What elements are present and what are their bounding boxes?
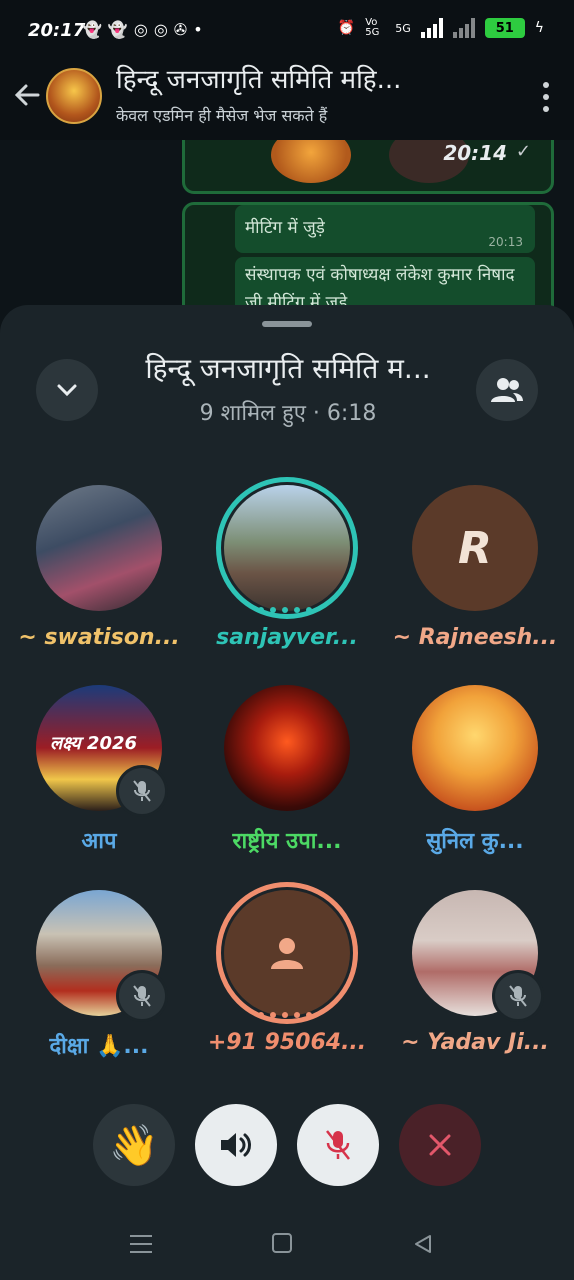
participant-tile[interactable]: +91 95064... bbox=[194, 882, 380, 1080]
notification-icons: 👻 👻 ◎ ◎ ✇ • bbox=[82, 20, 203, 39]
message-time: 20:14 bbox=[443, 141, 507, 165]
mic-off-icon bbox=[326, 1130, 350, 1160]
system-navbar bbox=[0, 1205, 574, 1280]
participant-tile[interactable]: ~ swatison... bbox=[6, 485, 192, 675]
chat-title[interactable]: हिन्दू जनजागृति समिति महि... bbox=[116, 60, 401, 96]
speaker-button[interactable] bbox=[195, 1104, 277, 1186]
status-time: 20:17 bbox=[28, 20, 86, 41]
participant-tile[interactable]: लक्ष्य 2026 आप bbox=[6, 685, 192, 875]
chat-header: हिन्दू जनजागृति समिति महि... केवल एडमिन … bbox=[0, 60, 574, 140]
status-right: ⏰ Vo 5G 5G 51 ϟ bbox=[338, 18, 544, 38]
instagram-icon: ◎ bbox=[153, 20, 168, 39]
speaker-icon bbox=[221, 1133, 251, 1157]
network-label: 5G bbox=[395, 21, 411, 35]
home-icon[interactable] bbox=[272, 1233, 292, 1253]
app-icon: ✇ bbox=[173, 20, 188, 39]
waving-hand-icon: 👋 bbox=[109, 1122, 159, 1169]
participant-avatar bbox=[224, 685, 350, 811]
muted-badge bbox=[116, 970, 168, 1022]
speaking-indicator bbox=[258, 607, 312, 613]
participant-name: ~ Rajneesh... bbox=[392, 625, 558, 650]
close-icon bbox=[429, 1134, 451, 1156]
participant-name: ~ swatison... bbox=[18, 625, 180, 650]
volte-label: Vo 5G bbox=[365, 17, 380, 38]
avatar-initial: R bbox=[458, 522, 492, 574]
call-subtitle: 9 शामिल हुए · 6:18 bbox=[199, 401, 377, 426]
participant-avatar bbox=[224, 485, 350, 611]
message-card[interactable]: 20:14 ✓ bbox=[182, 140, 554, 194]
mic-off-icon bbox=[133, 985, 151, 1007]
call-title: हिन्दू जनजागृति समिति म... bbox=[145, 352, 431, 385]
snapchat-icon: 👻 bbox=[82, 20, 102, 39]
participant-tile[interactable]: सुनिल कु... bbox=[382, 685, 568, 875]
mic-off-icon bbox=[509, 985, 527, 1007]
dot-icon: • bbox=[193, 20, 203, 39]
raise-hand-button[interactable]: 👋 bbox=[93, 1104, 175, 1186]
recent-apps-icon[interactable] bbox=[130, 1235, 152, 1253]
participant-tile[interactable]: sanjayver... bbox=[194, 477, 380, 675]
participant-avatar: R bbox=[412, 485, 538, 611]
status-bar: 20:17 👻 👻 ◎ ◎ ✇ • ⏰ Vo 5G 5G 51 ϟ bbox=[0, 0, 574, 60]
mic-off-icon bbox=[133, 780, 151, 802]
more-options-icon[interactable] bbox=[542, 82, 550, 112]
participant-name: +91 95064... bbox=[207, 1030, 367, 1055]
signal-icon bbox=[420, 18, 443, 38]
collapse-button[interactable] bbox=[36, 359, 98, 421]
signal-icon-2 bbox=[452, 18, 475, 38]
group-avatar[interactable] bbox=[46, 68, 102, 124]
alarm-icon: ⏰ bbox=[337, 20, 356, 36]
charging-icon: ϟ bbox=[534, 20, 544, 36]
participant-name: sanjayver... bbox=[216, 625, 358, 650]
mute-button[interactable] bbox=[297, 1104, 379, 1186]
participant-name: राष्ट्रीय उपा... bbox=[232, 829, 342, 854]
chat-subtitle: केवल एडमिन ही मैसेज भेज सकते हैं bbox=[116, 106, 328, 125]
chevron-down-icon bbox=[57, 384, 77, 397]
back-triangle-icon[interactable] bbox=[412, 1233, 434, 1255]
battery-indicator: 51 bbox=[484, 18, 525, 38]
participants-button[interactable] bbox=[476, 359, 538, 421]
sent-check-icon: ✓ bbox=[515, 141, 531, 162]
message-text: मीटिंग में जुड़े bbox=[245, 218, 325, 238]
participant-tile[interactable]: राष्ट्रीय उपा... bbox=[194, 685, 380, 875]
drag-handle[interactable] bbox=[262, 321, 312, 327]
default-person-icon bbox=[271, 938, 303, 969]
participant-tile[interactable]: ~ Yadav Ji... bbox=[382, 890, 568, 1080]
participant-name: सुनिल कु... bbox=[426, 829, 524, 854]
end-call-button[interactable] bbox=[399, 1104, 481, 1186]
participant-avatar bbox=[36, 485, 162, 611]
avatar-banner-text: लक्ष्य 2026 bbox=[50, 733, 138, 754]
back-arrow-icon[interactable] bbox=[12, 80, 42, 110]
participant-tile[interactable]: दीक्षा 🙏... bbox=[6, 890, 192, 1080]
muted-badge bbox=[492, 970, 544, 1022]
muted-badge bbox=[116, 765, 168, 817]
call-controls: 👋 bbox=[0, 1100, 574, 1190]
participant-avatar bbox=[224, 890, 350, 1016]
participant-name: दीक्षा 🙏... bbox=[49, 1034, 149, 1059]
image-thumbnail[interactable] bbox=[271, 140, 351, 183]
participant-name: आप bbox=[81, 829, 117, 854]
participant-avatar bbox=[412, 685, 538, 811]
message-bubble[interactable]: मीटिंग में जुड़े 20:13 bbox=[235, 205, 535, 253]
message-time: 20:13 bbox=[488, 235, 523, 249]
participant-tile[interactable]: R ~ Rajneesh... bbox=[382, 485, 568, 675]
instagram-icon: ◎ bbox=[133, 20, 148, 39]
snapchat-icon: 👻 bbox=[107, 20, 128, 39]
people-icon bbox=[491, 378, 523, 402]
participant-name: ~ Yadav Ji... bbox=[401, 1030, 549, 1055]
speaking-indicator bbox=[258, 1012, 312, 1018]
